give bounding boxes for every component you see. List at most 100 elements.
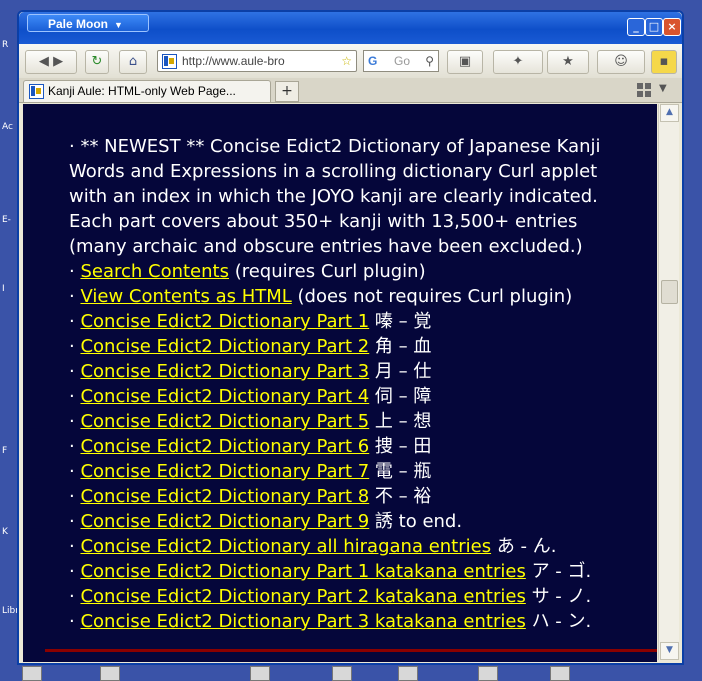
- link-line: · View Contents as HTML (does not requir…: [69, 284, 629, 309]
- search-icon[interactable]: ⚲: [425, 51, 434, 71]
- bookmark-star-icon[interactable]: ☆: [341, 51, 352, 71]
- link-line: · Concise Edict2 Dictionary Part 8 不 – 裕: [69, 484, 629, 509]
- link-description: (does not requires Curl plugin): [291, 286, 573, 307]
- addon-button[interactable]: ☺: [597, 50, 645, 74]
- link-description: 捜 – 田: [369, 436, 432, 457]
- dictionary-link[interactable]: Concise Edict2 Dictionary Part 3 katakan…: [80, 611, 525, 632]
- tab-kanji-aule[interactable]: Kanji Aule: HTML-only Web Page...: [23, 80, 271, 102]
- dictionary-link[interactable]: Concise Edict2 Dictionary Part 4: [80, 386, 369, 407]
- addon-button[interactable]: ✦: [493, 50, 543, 74]
- bullet: ·: [69, 561, 81, 582]
- link-line: · Concise Edict2 Dictionary Part 2 角 – 血: [69, 334, 629, 359]
- link-description: 誘 to end.: [369, 511, 463, 532]
- site-favicon-icon: [29, 84, 44, 99]
- bullet: ·: [69, 536, 81, 557]
- dictionary-link[interactable]: Concise Edict2 Dictionary Part 5: [80, 411, 369, 432]
- addon-button[interactable]: ▣: [447, 50, 483, 74]
- maximize-button[interactable]: □: [645, 18, 663, 36]
- addon-button[interactable]: ★: [547, 50, 589, 74]
- bullet: ·: [69, 261, 81, 282]
- link-line: · Search Contents (requires Curl plugin): [69, 259, 629, 284]
- dictionary-link[interactable]: Search Contents: [80, 261, 229, 282]
- dictionary-link[interactable]: Concise Edict2 Dictionary Part 7: [80, 461, 369, 482]
- desktop-label: F: [2, 446, 8, 456]
- bullet: ·: [69, 486, 81, 507]
- search-box[interactable]: G Go ⚲: [363, 50, 439, 72]
- link-description: 上 – 想: [369, 411, 432, 432]
- scroll-thumb[interactable]: [661, 280, 678, 304]
- tab-title: Kanji Aule: HTML-only Web Page...: [48, 84, 236, 98]
- star-icon: ★: [562, 54, 574, 69]
- dictionary-link[interactable]: Concise Edict2 Dictionary Part 1: [80, 311, 369, 332]
- url-text: http://www.aule-bro: [182, 54, 285, 68]
- addon-icon: ▣: [458, 54, 472, 69]
- dictionary-link[interactable]: Concise Edict2 Dictionary Part 6: [80, 436, 369, 457]
- url-bar[interactable]: http://www.aule-bro ☆: [157, 50, 357, 72]
- app-menu-button[interactable]: Pale Moon ▼: [27, 14, 149, 32]
- minimize-button[interactable]: _: [627, 18, 645, 36]
- new-tab-button[interactable]: +: [275, 81, 299, 102]
- tab-dropdown-icon[interactable]: ▼: [659, 83, 667, 94]
- desktop-label: K: [2, 527, 8, 537]
- navigation-toolbar: ◀ ▶ ↻ ⌂ http://www.aule-bro ☆ G Go ⚲ ▣ ✦…: [19, 44, 682, 79]
- home-button[interactable]: ⌂: [119, 50, 147, 74]
- scroll-down-icon[interactable]: ▼: [660, 642, 679, 660]
- monkey-icon: ☺: [614, 54, 628, 69]
- link-line: · Concise Edict2 Dictionary Part 1 嗪 – 覚: [69, 309, 629, 334]
- site-favicon-icon: [162, 54, 177, 69]
- page-content: · ** NEWEST ** Concise Edict2 Dictionary…: [23, 104, 657, 662]
- desktop-label: I: [2, 284, 5, 294]
- home-icon: ⌂: [128, 54, 138, 69]
- dictionary-link[interactable]: Concise Edict2 Dictionary Part 1 katakan…: [80, 561, 525, 582]
- tab-list-icon[interactable]: [637, 83, 651, 97]
- dictionary-link[interactable]: Concise Edict2 Dictionary Part 8: [80, 486, 369, 507]
- scroll-up-icon[interactable]: ▲: [660, 104, 679, 122]
- bullet: ·: [69, 461, 81, 482]
- desktop-label: Ac: [2, 122, 13, 132]
- bullet: ·: [69, 311, 81, 332]
- dictionary-link[interactable]: Concise Edict2 Dictionary Part 2: [80, 336, 369, 357]
- link-description: ア - ゴ.: [525, 561, 592, 582]
- browser-window: Pale Moon ▼ _ □ × ◀ ▶ ↻ ⌂ http://www.aule…: [17, 10, 684, 665]
- back-forward-buttons[interactable]: ◀ ▶: [25, 50, 77, 74]
- desktop-label: E-: [2, 215, 11, 225]
- close-button[interactable]: ×: [663, 18, 681, 36]
- link-description: サ - ノ.: [525, 586, 592, 607]
- vertical-scrollbar[interactable]: ▲ ▼: [658, 104, 679, 660]
- bullet: ·: [69, 386, 81, 407]
- horizontal-rule: [45, 649, 657, 652]
- link-line: · Concise Edict2 Dictionary Part 2 katak…: [69, 584, 629, 609]
- link-description: 電 – 瓶: [369, 461, 432, 482]
- back-arrow-icon[interactable]: ◀: [39, 54, 49, 69]
- link-line: · Concise Edict2 Dictionary Part 5 上 – 想: [69, 409, 629, 434]
- link-line: · Concise Edict2 Dictionary Part 3 月 – 仕: [69, 359, 629, 384]
- link-description: 不 – 裕: [369, 486, 432, 507]
- link-description: ハ - ン.: [525, 611, 592, 632]
- link-line: · Concise Edict2 Dictionary Part 6 捜 – 田: [69, 434, 629, 459]
- link-description: 角 – 血: [369, 336, 432, 357]
- tab-bar: Kanji Aule: HTML-only Web Page... + ▼: [19, 78, 682, 103]
- dictionary-link[interactable]: View Contents as HTML: [80, 286, 291, 307]
- addon-button[interactable]: ▪: [651, 50, 677, 74]
- intro-paragraph: · ** NEWEST ** Concise Edict2 Dictionary…: [69, 136, 601, 257]
- link-description: あ - ん.: [491, 536, 557, 557]
- reload-button[interactable]: ↻: [85, 50, 109, 74]
- dictionary-link[interactable]: Concise Edict2 Dictionary Part 3: [80, 361, 369, 382]
- dictionary-link[interactable]: Concise Edict2 Dictionary Part 2 katakan…: [80, 586, 525, 607]
- forward-arrow-icon[interactable]: ▶: [53, 54, 63, 69]
- dictionary-link[interactable]: Concise Edict2 Dictionary all hiragana e…: [80, 536, 491, 557]
- link-line: · Concise Edict2 Dictionary Part 3 katak…: [69, 609, 629, 634]
- search-placeholder: Go: [394, 54, 411, 68]
- bullet: ·: [69, 586, 81, 607]
- bullet: ·: [69, 286, 81, 307]
- bullet: ·: [69, 436, 81, 457]
- app-menu-label: Pale Moon: [48, 17, 109, 31]
- desktop-label: R: [2, 40, 9, 50]
- search-engine-icon[interactable]: G: [368, 51, 377, 71]
- link-line: · Concise Edict2 Dictionary all hiragana…: [69, 534, 629, 559]
- link-line: · Concise Edict2 Dictionary Part 9 誘 to …: [69, 509, 629, 534]
- link-description: (requires Curl plugin): [228, 261, 426, 282]
- puzzle-icon: ✦: [512, 54, 524, 69]
- link-line: · Concise Edict2 Dictionary Part 1 katak…: [69, 559, 629, 584]
- dictionary-link[interactable]: Concise Edict2 Dictionary Part 9: [80, 511, 369, 532]
